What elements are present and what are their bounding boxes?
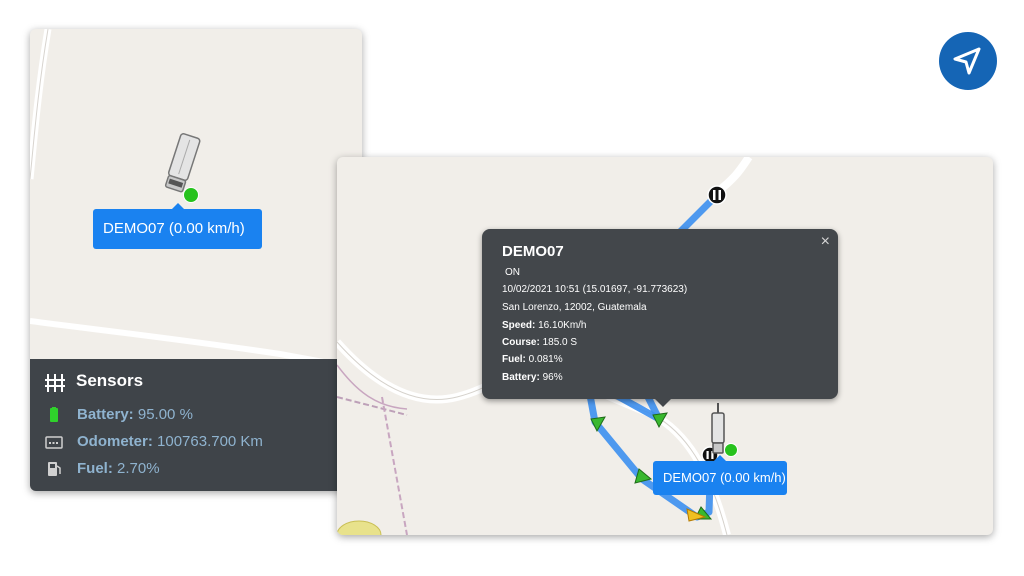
navigation-button[interactable]: [939, 32, 997, 90]
navigation-arrow-icon: [953, 47, 981, 75]
popup-status: ON: [505, 267, 520, 278]
battery-label: Battery:: [502, 372, 540, 383]
fuel-value: 2.70%: [117, 460, 160, 477]
battery-value: 96%: [542, 372, 563, 383]
popup-speed: Speed: 16.10Km/h: [502, 320, 587, 331]
history-map-card: DEMO07 (0.00 km/h) DEMO07 × ON 10/02/202…: [337, 157, 993, 535]
truck-icon[interactable]: [158, 129, 208, 199]
sensors-icon: [45, 374, 65, 392]
odometer-icon: [45, 436, 63, 449]
popup-course: Course: 185.0 S: [502, 337, 577, 348]
close-icon[interactable]: ×: [821, 233, 830, 251]
status-dot: [724, 443, 738, 457]
sensors-panel: Sensors Battery: 95.00 % Odometer: 10076…: [30, 359, 362, 491]
fuel-label: Fuel:: [502, 354, 526, 365]
course-label: Course:: [502, 337, 540, 348]
vehicle-map-card: DEMO07 (0.00 km/h) Sensors Battery: 95.0…: [30, 29, 362, 491]
vehicle-label[interactable]: DEMO07 (0.00 km/h): [93, 203, 262, 249]
vehicle-label[interactable]: DEMO07 (0.00 km/h): [653, 455, 787, 495]
fuel-label: Fuel:: [77, 460, 113, 477]
odometer-value: 100763.700 Km: [157, 433, 263, 450]
vehicle-info-popup: DEMO07 × ON 10/02/2021 10:51 (15.01697, …: [482, 229, 838, 407]
popup-battery: Battery: 96%: [502, 372, 563, 383]
speed-label: Speed:: [502, 320, 536, 331]
battery-value: 95.00 %: [137, 406, 193, 423]
course-value: 185.0 S: [542, 337, 578, 348]
popup-title: DEMO07: [502, 243, 564, 260]
sensors-title: Sensors: [76, 371, 144, 390]
fuel-icon: [48, 462, 61, 476]
status-dot: [183, 187, 199, 203]
popup-address: San Lorenzo, 12002, Guatemala: [502, 302, 647, 313]
battery-icon: [50, 407, 58, 422]
odometer-label: Odometer:: [77, 433, 153, 450]
speed-value: 16.10Km/h: [538, 320, 587, 331]
popup-timestamp: 10/02/2021 10:51 (15.01697, -91.773623): [502, 284, 688, 295]
battery-label: Battery:: [77, 406, 134, 423]
fuel-value: 0.081%: [528, 354, 563, 365]
popup-fuel: Fuel: 0.081%: [502, 354, 563, 365]
pause-marker-icon: [707, 185, 727, 205]
